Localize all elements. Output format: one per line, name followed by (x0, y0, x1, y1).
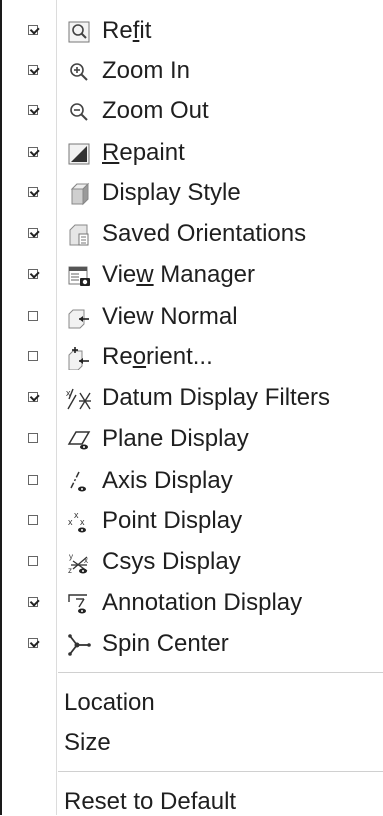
reorient-icon (66, 345, 92, 371)
menu-item-location[interactable]: Location (64, 689, 155, 717)
menu-separator (58, 672, 383, 673)
menu-item-datum-display-filters[interactable]: x Datum Display Filters (2, 378, 383, 418)
menu-item-zoom-in[interactable]: Zoom In (2, 51, 383, 91)
menu-item-view-normal[interactable]: View Normal (2, 297, 383, 337)
menu-item-label: Repaint (102, 139, 185, 166)
axis-display-icon (66, 469, 92, 495)
checkbox-axis-display[interactable] (28, 475, 38, 485)
menu-item-label: Axis Display (102, 467, 233, 494)
checkbox-view-manager[interactable] (28, 269, 38, 279)
checkbox-zoom-in[interactable] (28, 65, 38, 75)
menu-item-label: Spin Center (102, 630, 229, 657)
checkbox-display-style[interactable] (28, 187, 38, 197)
menu-item-label: Zoom Out (102, 97, 209, 124)
menu-item-label: Saved Orientations (102, 220, 307, 247)
plane-display-icon (66, 427, 92, 453)
menu-item-view-manager[interactable]: View Manager (2, 255, 383, 295)
checkbox-datum-display-filters[interactable] (28, 392, 38, 402)
checkbox-saved-orientations[interactable] (28, 228, 38, 238)
repaint-icon (66, 141, 92, 167)
saved-orientations-icon (66, 222, 92, 248)
menu-separator (58, 771, 383, 772)
view-manager-icon (66, 263, 92, 289)
menu-item-refit[interactable]: Refit (2, 11, 383, 51)
menu-item-plane-display[interactable]: Plane Display (2, 419, 383, 459)
menu-item-label: Annotation Display (102, 589, 303, 616)
menu-item-reorient[interactable]: Reorient... (2, 337, 383, 377)
menu-item-label: Point Display (102, 507, 243, 534)
svg-text:x: x (68, 517, 73, 527)
menu-item-point-display[interactable]: xxx Point Display (2, 501, 383, 541)
csys-display-icon: yxz (66, 550, 92, 576)
checkbox-view-normal[interactable] (28, 311, 38, 321)
checkbox-annotation-display[interactable] (28, 597, 38, 607)
menu-item-size[interactable]: Size (64, 729, 111, 757)
checkbox-reorient[interactable] (28, 351, 38, 361)
menu-item-label: Zoom In (102, 57, 191, 84)
menu-item-spin-center[interactable]: Spin Center (2, 624, 383, 664)
menu-item-label: Reorient... (102, 343, 213, 370)
menu-item-label: Csys Display (102, 548, 241, 575)
menu-item-label: Refit (102, 17, 152, 44)
menu-item-saved-orientations[interactable]: Saved Orientations (2, 214, 383, 254)
menu-item-label: Display Style (102, 179, 241, 206)
zoom-out-icon (66, 99, 92, 125)
point-display-icon: xxx (66, 509, 92, 535)
annotation-display-icon (66, 591, 92, 617)
view-normal-icon (66, 305, 92, 331)
checkbox-plane-display[interactable] (28, 433, 38, 443)
menu-item-annotation-display[interactable]: Annotation Display (2, 583, 383, 623)
display-style-icon (66, 181, 92, 207)
menu-item-zoom-out[interactable]: Zoom Out (2, 91, 383, 131)
checkbox-refit[interactable] (28, 25, 38, 35)
svg-text:y: y (69, 552, 73, 561)
checkbox-spin-center[interactable] (28, 638, 38, 648)
checkbox-point-display[interactable] (28, 515, 38, 525)
checkbox-repaint[interactable] (28, 147, 38, 157)
menu-item-csys-display[interactable]: yxz Csys Display (2, 542, 383, 582)
menu-item-axis-display[interactable]: Axis Display (2, 461, 383, 501)
menu-item-display-style[interactable]: Display Style (2, 173, 383, 213)
toolbar-customize-menu: Refit Zoom In Zoom Out Repaint Display S… (0, 0, 383, 815)
zoom-in-icon (66, 59, 92, 85)
svg-text:x: x (80, 517, 85, 527)
svg-text:z: z (68, 566, 72, 575)
spin-center-icon (66, 632, 92, 658)
datum-display-filters-icon: x (66, 386, 92, 412)
svg-text:x: x (74, 510, 79, 520)
menu-item-repaint[interactable]: Repaint (2, 133, 383, 173)
menu-item-label: Plane Display (102, 425, 249, 452)
checkbox-zoom-out[interactable] (28, 105, 38, 115)
menu-item-label: Datum Display Filters (102, 384, 331, 411)
checkbox-csys-display[interactable] (28, 556, 38, 566)
menu-item-label: View Manager (102, 261, 255, 288)
menu-item-label: View Normal (102, 303, 238, 330)
menu-item-reset-to-default[interactable]: Reset to Default (64, 788, 236, 816)
refit-icon (66, 19, 92, 45)
